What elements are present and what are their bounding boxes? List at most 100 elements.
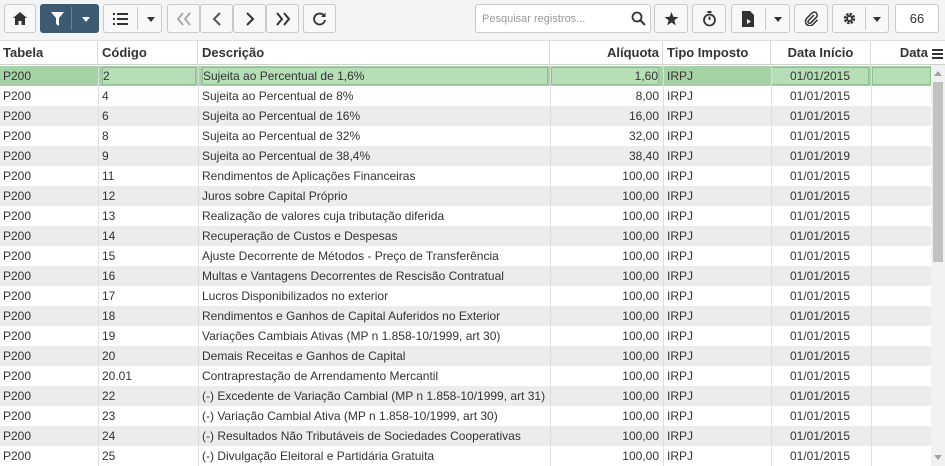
column-divider xyxy=(871,65,872,466)
table-row[interactable]: P200 23 (-) Variação Cambial Ativa (MP n 1… xyxy=(0,406,931,426)
first-page-button[interactable] xyxy=(167,4,200,33)
cell-tabela: P200 xyxy=(3,89,32,103)
cell-codigo: 11 xyxy=(102,169,115,183)
cell-data-fim xyxy=(872,386,931,406)
scroll-down-icon[interactable] xyxy=(934,455,942,460)
table-row[interactable]: P200 11 Rendimentos de Aplicações Financei… xyxy=(0,166,931,186)
settings-button[interactable] xyxy=(832,4,889,33)
cell-tipo-imposto: IRPJ xyxy=(667,189,694,203)
column-header-aliquota[interactable]: Alíquota xyxy=(550,41,663,65)
cell-aliquota: 16,00 xyxy=(628,109,659,123)
cell-data-inicio: 01/01/2019 xyxy=(789,149,851,163)
scroll-up-icon[interactable] xyxy=(934,71,942,76)
column-header-tabela[interactable]: Tabela xyxy=(0,41,98,65)
table-row[interactable]: P200 22 (-) Excedente de Variação Cambial … xyxy=(0,386,931,406)
cell-descricao: Lucros Disponibilizados no exterior xyxy=(202,289,389,303)
refresh-button[interactable] xyxy=(303,4,336,33)
cell-tabela: P200 xyxy=(3,189,32,203)
search-icon[interactable] xyxy=(631,11,646,29)
cell-codigo: 9 xyxy=(102,149,109,163)
attachments-button[interactable] xyxy=(794,4,828,33)
cell-codigo: 12 xyxy=(102,189,116,203)
table-row[interactable]: P200 24 (-) Resultados Não Tributáveis de … xyxy=(0,426,931,446)
home-icon xyxy=(13,12,27,25)
column-header-descricao[interactable]: Descrição xyxy=(198,41,550,65)
cell-tipo-imposto: IRPJ xyxy=(667,149,694,163)
cell-data-fim xyxy=(872,126,931,146)
cell-aliquota: 100,00 xyxy=(622,209,659,223)
table-row[interactable]: P200 12 Juros sobre Capital Próprio 100,00 I… xyxy=(0,186,931,206)
table-row[interactable]: P200 18 Rendimentos e Ganhos de Capital Au… xyxy=(0,306,931,326)
home-button[interactable] xyxy=(4,4,36,33)
last-page-icon xyxy=(275,11,291,26)
cell-codigo: 2 xyxy=(102,67,196,85)
favorites-button[interactable] xyxy=(654,4,688,33)
cell-aliquota: 100,00 xyxy=(622,169,659,183)
table-row[interactable]: P200 15 Ajuste Decorrente de Métodos - Pre… xyxy=(0,246,931,266)
cell-data-fim xyxy=(872,166,931,186)
export-dropdown-icon[interactable] xyxy=(774,17,782,22)
column-divider xyxy=(663,65,664,466)
table-row[interactable]: P200 20 Demais Receitas e Ganhos de Capita… xyxy=(0,346,931,366)
list-view-button[interactable] xyxy=(103,4,162,33)
cell-tabela: P200 xyxy=(3,229,32,243)
export-button[interactable] xyxy=(731,4,790,33)
cell-data-fim xyxy=(872,226,931,246)
table-row[interactable]: P200 25 (-) Divulgação Eleitoral e Partidá… xyxy=(0,446,931,466)
table-row[interactable]: P200 8 Sujeita ao Percentual de 32% 32,00 IR… xyxy=(0,126,931,146)
cell-data-fim xyxy=(872,86,931,106)
table-row[interactable]: P200 4 Sujeita ao Percentual de 8% 8,00 IRPJ… xyxy=(0,86,931,106)
cell-codigo: 22 xyxy=(102,389,116,403)
cell-tabela: P200 xyxy=(3,269,32,283)
table-row[interactable]: P200 6 Sujeita ao Percentual de 16% 16,00 IR… xyxy=(0,106,931,126)
cell-codigo: 16 xyxy=(102,269,116,283)
toolbar: 66 xyxy=(0,0,945,40)
column-menu-icon[interactable] xyxy=(932,48,943,62)
cell-tabela: P200 xyxy=(3,429,32,443)
cell-data-inicio: 01/01/2015 xyxy=(789,409,851,423)
filter-dropdown-icon[interactable] xyxy=(82,17,90,22)
cell-data-fim xyxy=(872,346,931,366)
column-header-data-fim[interactable]: Data xyxy=(871,41,931,65)
column-header-codigo[interactable]: Código xyxy=(98,41,198,65)
cell-data-inicio: 01/01/2015 xyxy=(789,329,851,343)
cell-descricao: Contraprestação de Arrendamento Mercanti… xyxy=(202,369,439,383)
paperclip-icon xyxy=(804,11,819,26)
cell-codigo: 14 xyxy=(102,229,116,243)
table-row[interactable]: P200 20.01 Contraprestação de Arrendamento… xyxy=(0,366,931,386)
next-page-button[interactable] xyxy=(233,4,266,33)
cell-tabela: P200 xyxy=(3,389,32,403)
star-icon xyxy=(664,11,679,26)
cell-aliquota: 1,60 xyxy=(551,67,659,85)
cell-codigo: 23 xyxy=(102,409,116,423)
table-row[interactable]: P200 2 Sujeita ao Percentual de 1,6% 1,60 IR… xyxy=(0,66,931,86)
cell-data-fim xyxy=(872,326,931,346)
filter-button[interactable] xyxy=(40,4,99,33)
settings-dropdown-icon[interactable] xyxy=(873,17,881,22)
table-row[interactable]: P200 16 Multas e Vantagens Decorrentes de … xyxy=(0,266,931,286)
timer-button[interactable] xyxy=(692,4,726,33)
table-row[interactable]: P200 13 Realização de valores cuja tributa… xyxy=(0,206,931,226)
cell-tabela: P200 xyxy=(3,209,32,223)
scrollbar-thumb[interactable] xyxy=(933,82,943,262)
vertical-scrollbar[interactable] xyxy=(931,65,945,466)
last-page-button[interactable] xyxy=(266,4,299,33)
table-row[interactable]: P200 19 Variações Cambiais Ativas (MP n 1.… xyxy=(0,326,931,346)
cell-codigo: 8 xyxy=(102,129,109,143)
table-row[interactable]: P200 14 Recuperação de Custos e Despesas 10… xyxy=(0,226,931,246)
column-header-data-inicio[interactable]: Data Início xyxy=(771,41,871,65)
list-dropdown-icon[interactable] xyxy=(147,17,155,22)
cell-descricao: (-) Variação Cambial Ativa (MP n 1.858-1… xyxy=(202,409,498,423)
cell-tipo-imposto: IRPJ xyxy=(667,389,694,403)
cell-descricao: Sujeita ao Percentual de 16% xyxy=(202,109,361,123)
column-divider xyxy=(550,65,551,466)
record-count[interactable]: 66 xyxy=(895,4,939,33)
column-header-tipo-imposto[interactable]: Tipo Imposto xyxy=(663,41,771,65)
table-row[interactable]: P200 9 Sujeita ao Percentual de 38,4% 38,40… xyxy=(0,146,931,166)
previous-page-button[interactable] xyxy=(200,4,233,33)
cell-descricao: Sujeita ao Percentual de 32% xyxy=(202,129,361,143)
search-input[interactable] xyxy=(482,10,627,28)
cell-tabela: P200 xyxy=(3,169,32,183)
table-row[interactable]: P200 17 Lucros Disponibilizados no exterio… xyxy=(0,286,931,306)
cell-data-inicio: 01/01/2015 xyxy=(789,109,851,123)
